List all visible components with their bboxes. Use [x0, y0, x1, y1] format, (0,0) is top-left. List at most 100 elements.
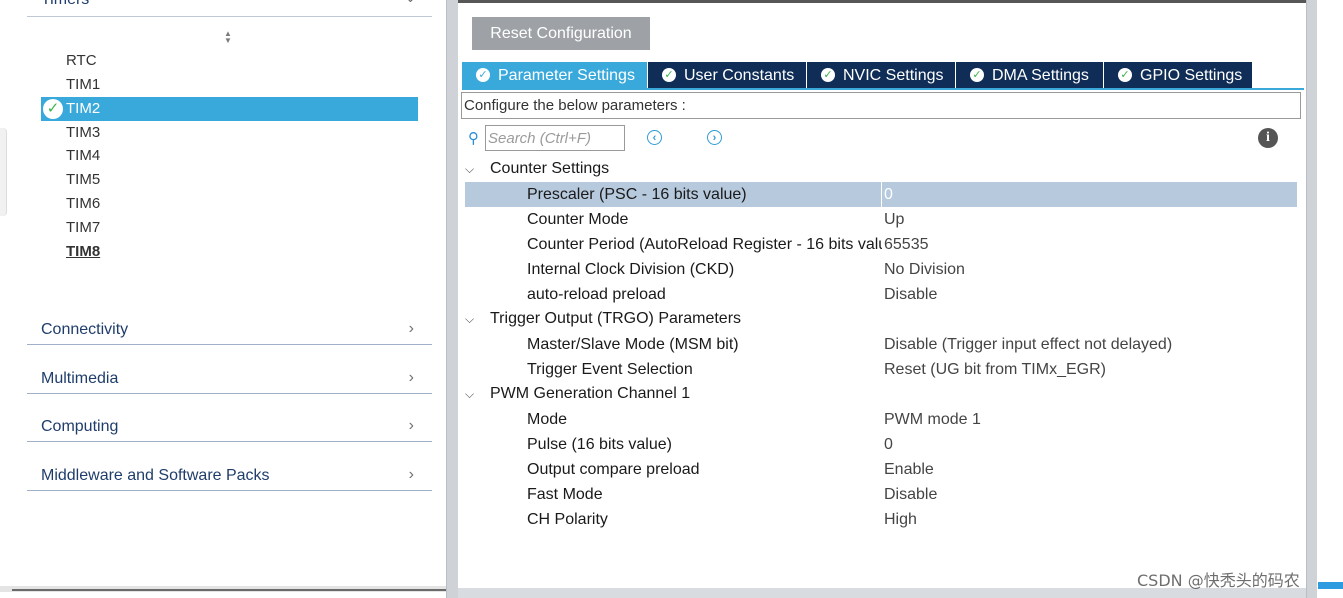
- param-value[interactable]: No Division: [884, 257, 965, 282]
- category-connectivity[interactable]: Connectivity ›: [27, 310, 432, 345]
- search-input[interactable]: [485, 125, 625, 151]
- top-border: [458, 0, 1306, 3]
- param-name: Master/Slave Mode (MSM bit): [527, 336, 739, 353]
- timer-item-tim4[interactable]: TIM4: [41, 144, 418, 168]
- param-value[interactable]: High: [884, 507, 917, 532]
- timer-item-tim2[interactable]: ✓ TIM2: [41, 97, 418, 121]
- param-name: Counter Mode: [527, 211, 629, 228]
- tab-nvic-settings[interactable]: ✓ NVIC Settings: [807, 62, 955, 89]
- param-value[interactable]: Disable (Trigger input effect not delaye…: [884, 332, 1172, 357]
- category-computing[interactable]: Computing ›: [27, 407, 432, 442]
- chevron-down-icon[interactable]: ⌄: [405, 0, 416, 6]
- param-name: Fast Mode: [527, 486, 603, 503]
- tab-label: NVIC Settings: [843, 67, 944, 84]
- category-label: Multimedia: [41, 370, 119, 387]
- sort-icon[interactable]: ▲ ▼: [222, 30, 234, 46]
- timer-item-tim6[interactable]: TIM6: [41, 192, 418, 216]
- timer-item-label: TIM1: [66, 76, 101, 93]
- timer-item-tim5[interactable]: TIM5: [41, 168, 418, 192]
- param-name: Counter Period (AutoReload Register - 16…: [527, 236, 882, 253]
- param-row-output-compare-preload[interactable]: Output compare preload Enable: [465, 457, 1297, 482]
- timer-item-label: TIM7: [66, 219, 101, 236]
- chevron-right-icon: ›: [408, 320, 414, 337]
- check-circle-icon: ✓: [43, 99, 63, 119]
- param-name: Pulse (16 bits value): [527, 436, 672, 453]
- tab-label: Parameter Settings: [498, 67, 635, 84]
- category-middleware[interactable]: Middleware and Software Packs ›: [27, 456, 432, 491]
- info-icon[interactable]: i: [1258, 128, 1278, 148]
- arrow-left-circle-icon[interactable]: ‹: [647, 130, 662, 145]
- timer-item-label: TIM6: [66, 195, 101, 212]
- param-row-ch-polarity[interactable]: CH Polarity High: [465, 507, 1297, 532]
- timer-item-tim7[interactable]: TIM7: [41, 216, 418, 240]
- param-name: Prescaler (PSC - 16 bits value): [527, 186, 747, 203]
- watermark-text: CSDN @快秃头的码农: [1137, 571, 1300, 590]
- search-icon[interactable]: ⚲: [468, 129, 479, 147]
- bottom-divider: [12, 589, 446, 591]
- category-label: Connectivity: [41, 321, 129, 338]
- left-panel: Timers ⌄ ▲▼ RTC TIM1 ✓ TIM2 TIM3 TIM4 TI…: [0, 0, 446, 592]
- category-label: Middleware and Software Packs: [41, 467, 270, 484]
- category-label: Computing: [41, 418, 119, 435]
- configuration-panel: Reset Configuration ✓ Parameter Settings…: [458, 0, 1306, 598]
- param-row-counter-period[interactable]: Counter Period (AutoReload Register - 16…: [465, 232, 1297, 257]
- tab-label: DMA Settings: [992, 67, 1089, 84]
- arrow-right-circle-icon[interactable]: ›: [707, 130, 722, 145]
- param-row-master-slave-mode[interactable]: Master/Slave Mode (MSM bit) Disable (Tri…: [465, 332, 1297, 357]
- chevron-down-icon: ⌵: [465, 387, 475, 401]
- timer-item-tim1[interactable]: TIM1: [41, 73, 418, 97]
- check-circle-icon: ✓: [1118, 68, 1132, 82]
- param-row-mode[interactable]: Mode PWM mode 1: [465, 407, 1297, 432]
- param-name: auto-reload preload: [527, 286, 666, 303]
- timer-item-tim3[interactable]: TIM3: [41, 121, 418, 145]
- param-value[interactable]: 0: [884, 432, 893, 457]
- tab-underline: [462, 88, 1304, 90]
- timer-item-label: TIM2: [66, 100, 101, 117]
- collapsed-side-tab[interactable]: [0, 128, 7, 216]
- param-value[interactable]: Reset (UG bit from TIMx_EGR): [884, 357, 1106, 382]
- param-row-counter-mode[interactable]: Counter Mode Up: [465, 207, 1297, 232]
- param-name: CH Polarity: [527, 511, 608, 528]
- divider: [27, 16, 432, 17]
- param-value[interactable]: 0: [884, 182, 893, 207]
- chevron-right-icon: ›: [408, 466, 414, 483]
- reset-configuration-button[interactable]: Reset Configuration: [472, 17, 650, 50]
- timer-item-label: RTC: [66, 52, 97, 69]
- category-multimedia[interactable]: Multimedia ›: [27, 359, 432, 394]
- timers-category-header[interactable]: Timers: [41, 0, 89, 9]
- section-trigger-output[interactable]: ⌵ Trigger Output (TRGO) Parameters: [465, 306, 741, 331]
- configure-instructions: Configure the below parameters :: [461, 92, 1301, 119]
- tab-dma-settings[interactable]: ✓ DMA Settings: [956, 62, 1103, 89]
- param-name: Internal Clock Division (CKD): [527, 261, 735, 278]
- tab-gpio-settings[interactable]: ✓ GPIO Settings: [1104, 62, 1252, 89]
- param-value[interactable]: Enable: [884, 457, 934, 482]
- param-row-fast-mode[interactable]: Fast Mode Disable: [465, 482, 1297, 507]
- param-name: Trigger Event Selection: [527, 361, 693, 378]
- section-title: Counter Settings: [490, 160, 610, 177]
- section-counter-settings[interactable]: ⌵ Counter Settings: [465, 156, 609, 181]
- param-value[interactable]: 65535: [884, 232, 929, 257]
- timer-item-label: TIM4: [66, 147, 101, 164]
- timer-item-label: TIM5: [66, 171, 101, 188]
- right-scroll-border: [1306, 0, 1317, 598]
- param-name: Mode: [527, 411, 568, 428]
- chevron-down-icon: ⌵: [465, 162, 475, 176]
- param-row-auto-reload-preload[interactable]: auto-reload preload Disable: [465, 282, 1297, 307]
- param-value[interactable]: Disable: [884, 282, 937, 307]
- param-value[interactable]: Up: [884, 207, 904, 232]
- timer-item-rtc[interactable]: RTC: [41, 49, 418, 73]
- check-circle-icon: ✓: [821, 68, 835, 82]
- section-pwm-channel-1[interactable]: ⌵ PWM Generation Channel 1: [465, 381, 690, 406]
- tab-user-constants[interactable]: ✓ User Constants: [648, 62, 806, 89]
- param-row-trigger-event[interactable]: Trigger Event Selection Reset (UG bit fr…: [465, 357, 1297, 382]
- chevron-right-icon: ›: [408, 369, 414, 386]
- section-title: Trigger Output (TRGO) Parameters: [490, 310, 742, 327]
- param-row-prescaler[interactable]: Prescaler (PSC - 16 bits value) 0: [465, 182, 1297, 207]
- tab-parameter-settings[interactable]: ✓ Parameter Settings: [462, 62, 647, 89]
- param-row-clock-division[interactable]: Internal Clock Division (CKD) No Divisio…: [465, 257, 1297, 282]
- timer-item-tim8[interactable]: TIM8: [41, 240, 418, 264]
- param-value[interactable]: PWM mode 1: [884, 407, 981, 432]
- tab-label: User Constants: [684, 67, 795, 84]
- param-row-pulse[interactable]: Pulse (16 bits value) 0: [465, 432, 1297, 457]
- param-value[interactable]: Disable: [884, 482, 937, 507]
